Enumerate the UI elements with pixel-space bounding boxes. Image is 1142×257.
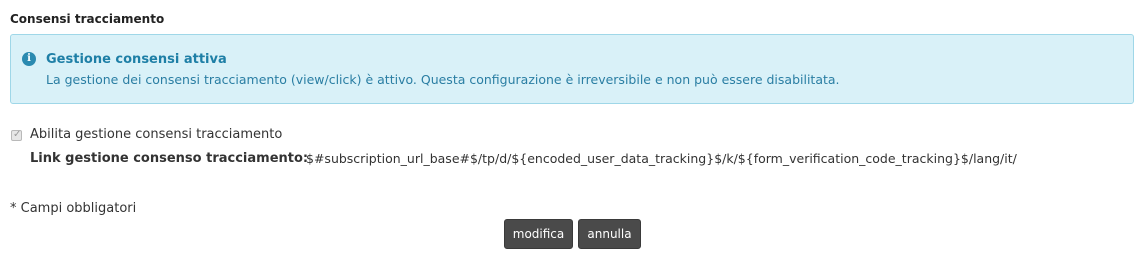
cancel-button[interactable]: annulla bbox=[578, 219, 641, 249]
info-circle-icon: i bbox=[22, 52, 36, 66]
info-alert-title: Gestione consensi attiva bbox=[46, 52, 227, 67]
check-icon: ✓ bbox=[13, 129, 22, 140]
info-alert-message: La gestione dei consensi tracciamento (v… bbox=[46, 72, 840, 87]
required-fields-note: * Campi obbligatori bbox=[10, 201, 137, 216]
consent-link-label: Link gestione consenso tracciamento: bbox=[30, 151, 309, 166]
info-alert: i Gestione consensi attiva La gestione d… bbox=[10, 34, 1134, 104]
enable-tracking-consent-label[interactable]: Abilita gestione consensi tracciamento bbox=[30, 127, 282, 142]
enable-tracking-consent-checkbox[interactable]: ✓ bbox=[11, 129, 22, 141]
consent-link-value: $#subscription_url_base#$/tp/d/${encoded… bbox=[306, 151, 1017, 166]
section-title: Consensi tracciamento bbox=[10, 12, 165, 26]
edit-button[interactable]: modifica bbox=[504, 219, 573, 249]
